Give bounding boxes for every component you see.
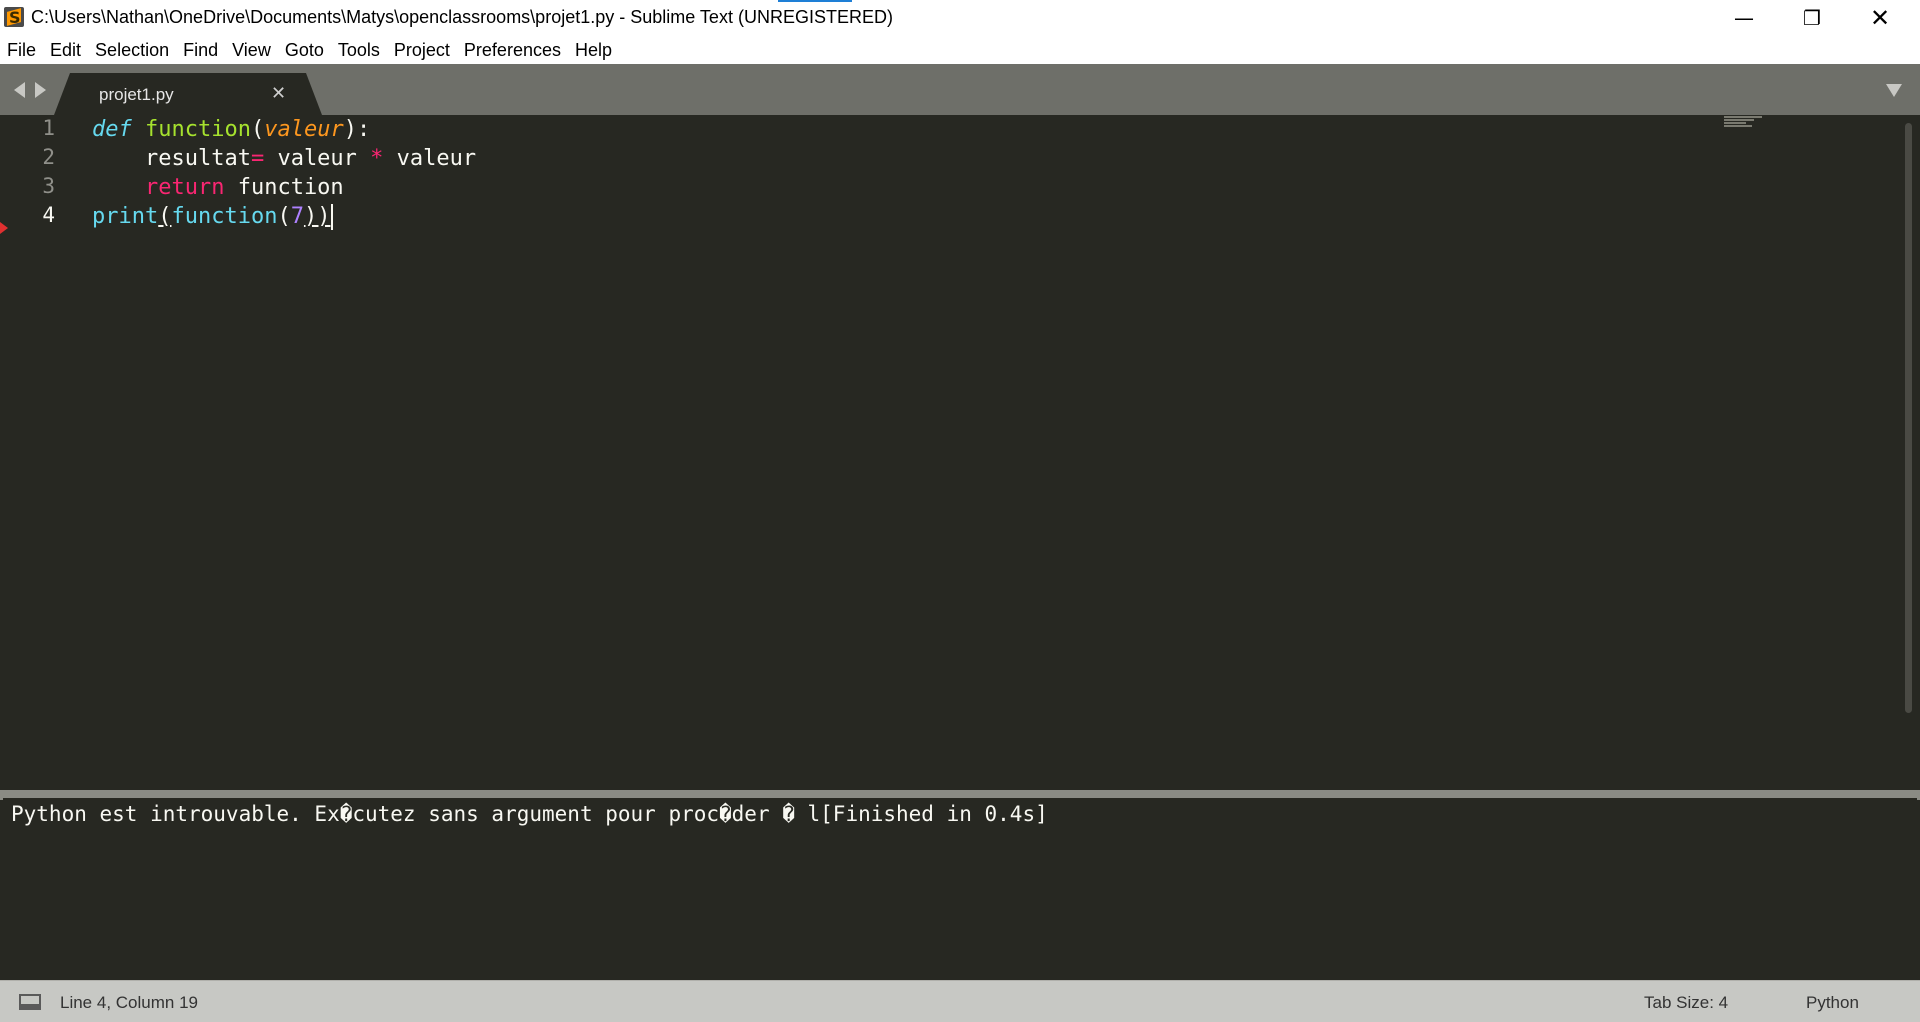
window-title: C:\Users\Nathan\OneDrive\Documents\Matys…: [31, 7, 893, 27]
tab-projet1[interactable]: projet1.py ✕: [54, 73, 322, 115]
menu-file[interactable]: File: [0, 36, 43, 64]
tab-list-dropdown-icon[interactable]: [1886, 84, 1902, 97]
vertical-scrollbar[interactable]: [1905, 123, 1912, 713]
tab-size-selector[interactable]: Tab Size: 4: [1644, 993, 1728, 1013]
title-bar: S C:\Users\Nathan\OneDrive\Documents\Mat…: [0, 0, 1920, 36]
text-cursor: [331, 204, 334, 230]
cursor-position[interactable]: Line 4, Column 19: [60, 993, 198, 1013]
restore-icon: ❐: [1803, 6, 1821, 30]
paren: (: [250, 117, 265, 142]
builtin-print: print: [92, 204, 159, 229]
code-editor[interactable]: 1 2 3 4 def function(valeur): resultat= …: [0, 115, 1920, 790]
tab-bar: projet1.py ✕: [0, 64, 1920, 115]
line-number-current: 4: [42, 203, 55, 227]
error-marker-icon: [0, 222, 8, 234]
keyword-return: return: [144, 175, 225, 200]
menu-selection[interactable]: Selection: [88, 36, 176, 64]
menu-project[interactable]: Project: [387, 36, 457, 64]
sublime-text-icon: S: [4, 7, 24, 27]
panel-toggle-icon[interactable]: [19, 994, 41, 1010]
code-line-2: resultat= valeur * valeur: [92, 144, 476, 173]
number-literal: 7: [290, 204, 304, 229]
operator-multiply: *: [370, 146, 384, 171]
line-number: 1: [42, 116, 55, 140]
keyword-def: def: [92, 117, 132, 142]
paren: (: [158, 204, 172, 229]
line-number: 2: [42, 145, 55, 169]
function-call: function: [171, 204, 278, 229]
minimize-icon: —: [1734, 6, 1754, 30]
minimize-button[interactable]: —: [1710, 0, 1778, 36]
status-bar: Line 4, Column 19 Tab Size: 4 Python: [0, 980, 1920, 1022]
tab-label: projet1.py: [99, 85, 174, 104]
tab-navigation: [14, 82, 46, 98]
function-name: function: [145, 117, 251, 142]
menu-preferences[interactable]: Preferences: [457, 36, 568, 64]
code-line-4: print(function(7)): [92, 202, 334, 231]
minimap[interactable]: [1724, 116, 1764, 128]
variable: valeur: [264, 146, 371, 171]
close-icon: ✕: [1869, 4, 1891, 32]
build-output-text: Python est introuvable. Ex�cutez sans ar…: [11, 802, 1048, 826]
tab-next-arrow-icon[interactable]: [35, 82, 46, 98]
tab-prev-arrow-icon[interactable]: [14, 82, 25, 98]
menu-bar: File Edit Selection Find View Goto Tools…: [0, 36, 1920, 64]
menu-tools[interactable]: Tools: [331, 36, 387, 64]
menu-help[interactable]: Help: [568, 36, 619, 64]
close-window-button[interactable]: ✕: [1846, 0, 1914, 36]
menu-find[interactable]: Find: [176, 36, 225, 64]
parameter: valeur: [264, 117, 344, 142]
menu-view[interactable]: View: [225, 36, 278, 64]
menu-goto[interactable]: Goto: [278, 36, 331, 64]
variable: resultat: [144, 146, 251, 171]
tab-close-icon[interactable]: ✕: [271, 83, 286, 104]
title-accent-line: [778, 0, 852, 2]
syntax-selector[interactable]: Python: [1806, 993, 1859, 1013]
code-line-3: return function: [92, 173, 344, 202]
variable: valeur: [383, 146, 477, 171]
code-line-1: def function(valeur):: [92, 115, 370, 144]
paren: (: [277, 204, 291, 229]
paren: )): [303, 204, 331, 229]
menu-edit[interactable]: Edit: [43, 36, 88, 64]
operator-assign: =: [250, 146, 265, 171]
line-number-gutter: 1 2 3 4: [0, 115, 70, 790]
line-number: 3: [42, 174, 55, 198]
paren-colon: ):: [343, 117, 371, 142]
return-value: function: [224, 175, 344, 200]
build-output-panel[interactable]: Python est introuvable. Ex�cutez sans ar…: [3, 798, 1917, 978]
restore-button[interactable]: ❐: [1778, 0, 1846, 36]
